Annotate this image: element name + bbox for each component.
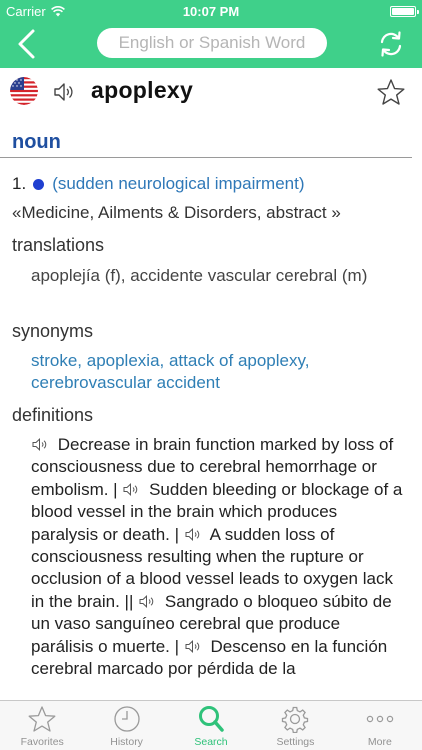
translations-text: apoplejía (f), accidente vascular cerebr… bbox=[31, 266, 368, 285]
headword: apoplexy bbox=[91, 77, 194, 103]
clock-icon bbox=[113, 706, 140, 732]
tab-label: History bbox=[110, 736, 143, 748]
speaker-icon[interactable] bbox=[184, 639, 202, 653]
synonyms-title: synonyms bbox=[12, 321, 94, 341]
tab-label: More bbox=[367, 736, 392, 748]
swap-language-icon[interactable] bbox=[376, 29, 406, 59]
star-icon bbox=[28, 706, 56, 732]
tab-search[interactable]: Search bbox=[169, 701, 253, 750]
search-box[interactable] bbox=[97, 28, 327, 58]
search-input[interactable] bbox=[97, 28, 327, 58]
definitions-text: Decrease in brain function marked by los… bbox=[31, 434, 406, 680]
speaker-icon[interactable] bbox=[31, 438, 49, 451]
status-time: 10:07 PM bbox=[182, 4, 240, 19]
tab-label: Settings bbox=[276, 736, 315, 748]
us-flag-icon[interactable] bbox=[10, 77, 38, 105]
more-icon bbox=[366, 715, 394, 723]
search-icon bbox=[199, 706, 224, 732]
translations-title: translations bbox=[12, 235, 105, 255]
sense-dot-icon bbox=[33, 178, 45, 190]
tab-history[interactable]: History bbox=[84, 701, 168, 750]
status-bar: Carrier 10:07 PM bbox=[0, 0, 422, 22]
tab-bar: Favorites History Search Settings More bbox=[0, 700, 422, 750]
battery-icon bbox=[390, 6, 419, 17]
sense-number: 1. bbox=[12, 174, 27, 193]
favorite-star-icon[interactable] bbox=[376, 78, 406, 106]
pronounce-speaker-icon[interactable] bbox=[53, 81, 75, 103]
back-chevron-icon[interactable] bbox=[14, 28, 42, 60]
divider bbox=[0, 157, 412, 158]
tab-settings[interactable]: Settings bbox=[253, 701, 337, 750]
tab-label: Favorites bbox=[20, 736, 64, 748]
tab-label: Search bbox=[194, 736, 228, 748]
tab-more[interactable]: More bbox=[338, 701, 422, 750]
entry-header: apoplexy bbox=[0, 72, 422, 114]
tab-favorites[interactable]: Favorites bbox=[0, 701, 84, 750]
speaker-icon[interactable] bbox=[122, 482, 140, 496]
sense-line: 1. (sudden neurological impairment) bbox=[12, 174, 304, 194]
sense-domain: «Medicine, Ailments & Disorders, abstrac… bbox=[12, 203, 341, 222]
sense-gloss: (sudden neurological impairment) bbox=[52, 174, 305, 193]
part-of-speech: noun bbox=[12, 131, 61, 153]
speaker-icon[interactable] bbox=[138, 594, 156, 608]
definitions-title: definitions bbox=[12, 405, 94, 425]
speaker-icon[interactable] bbox=[184, 527, 202, 541]
gear-icon bbox=[282, 706, 309, 733]
nav-bar: Carrier 10:07 PM bbox=[0, 0, 422, 68]
synonyms-links[interactable]: stroke, apoplexia, attack of apoplexy, c… bbox=[31, 350, 361, 394]
